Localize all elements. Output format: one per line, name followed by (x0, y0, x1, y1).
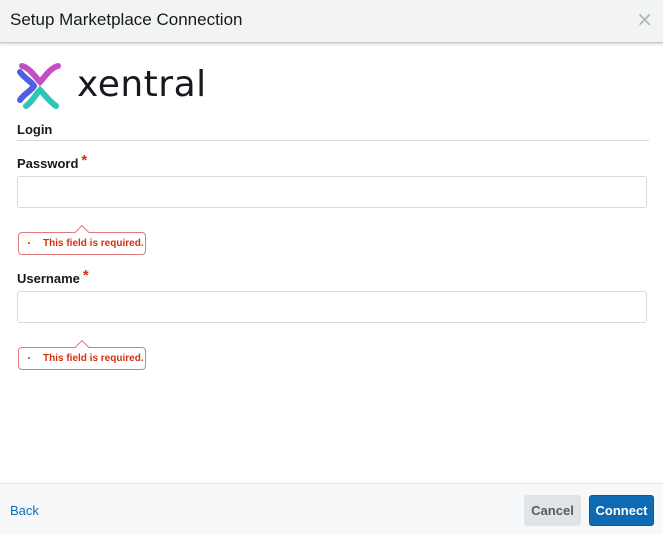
username-label: Username * (17, 267, 89, 287)
password-label-text: Password (17, 156, 79, 171)
dialog-header: Setup Marketplace Connection × (0, 0, 663, 43)
cancel-button[interactable]: Cancel (524, 495, 581, 526)
dialog-title: Setup Marketplace Connection (10, 10, 243, 29)
password-label: Password * (17, 152, 88, 172)
password-error-popover: This field is required. (18, 232, 146, 255)
required-marker: * (81, 152, 88, 169)
username-label-text: Username (17, 271, 80, 286)
back-link[interactable]: Back (10, 503, 39, 518)
section-title-login: Login (17, 122, 53, 137)
dialog-footer: Back Cancel Connect (0, 483, 663, 534)
password-error-text: This field is required. (43, 238, 144, 249)
section-divider (17, 140, 649, 141)
error-bullet (28, 357, 30, 359)
password-input[interactable] (17, 176, 647, 208)
username-input[interactable] (17, 291, 647, 323)
brand-name: xentral (77, 64, 207, 105)
xentral-logo: xentral (16, 62, 216, 110)
xentral-logo-icon (17, 63, 61, 109)
username-error-popover: This field is required. (18, 347, 146, 370)
username-error-text: This field is required. (43, 353, 144, 364)
connect-button[interactable]: Connect (589, 495, 654, 526)
close-icon[interactable]: × (636, 9, 653, 29)
required-marker: * (82, 267, 89, 284)
error-bullet (28, 242, 30, 244)
